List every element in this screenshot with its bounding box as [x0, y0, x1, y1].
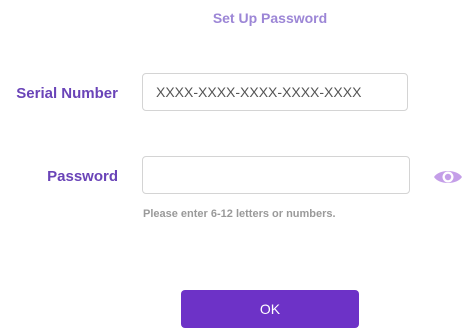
password-input[interactable]: [142, 156, 410, 194]
ok-button[interactable]: OK: [181, 290, 359, 328]
eye-icon[interactable]: [432, 167, 462, 187]
serial-number-label: Serial Number: [16, 85, 118, 102]
serial-number-input[interactable]: [142, 73, 408, 111]
page-title: Set Up Password: [212, 10, 328, 26]
password-hint: Please enter 6-12 letters or numbers.: [143, 208, 336, 220]
password-label: Password: [47, 168, 118, 185]
